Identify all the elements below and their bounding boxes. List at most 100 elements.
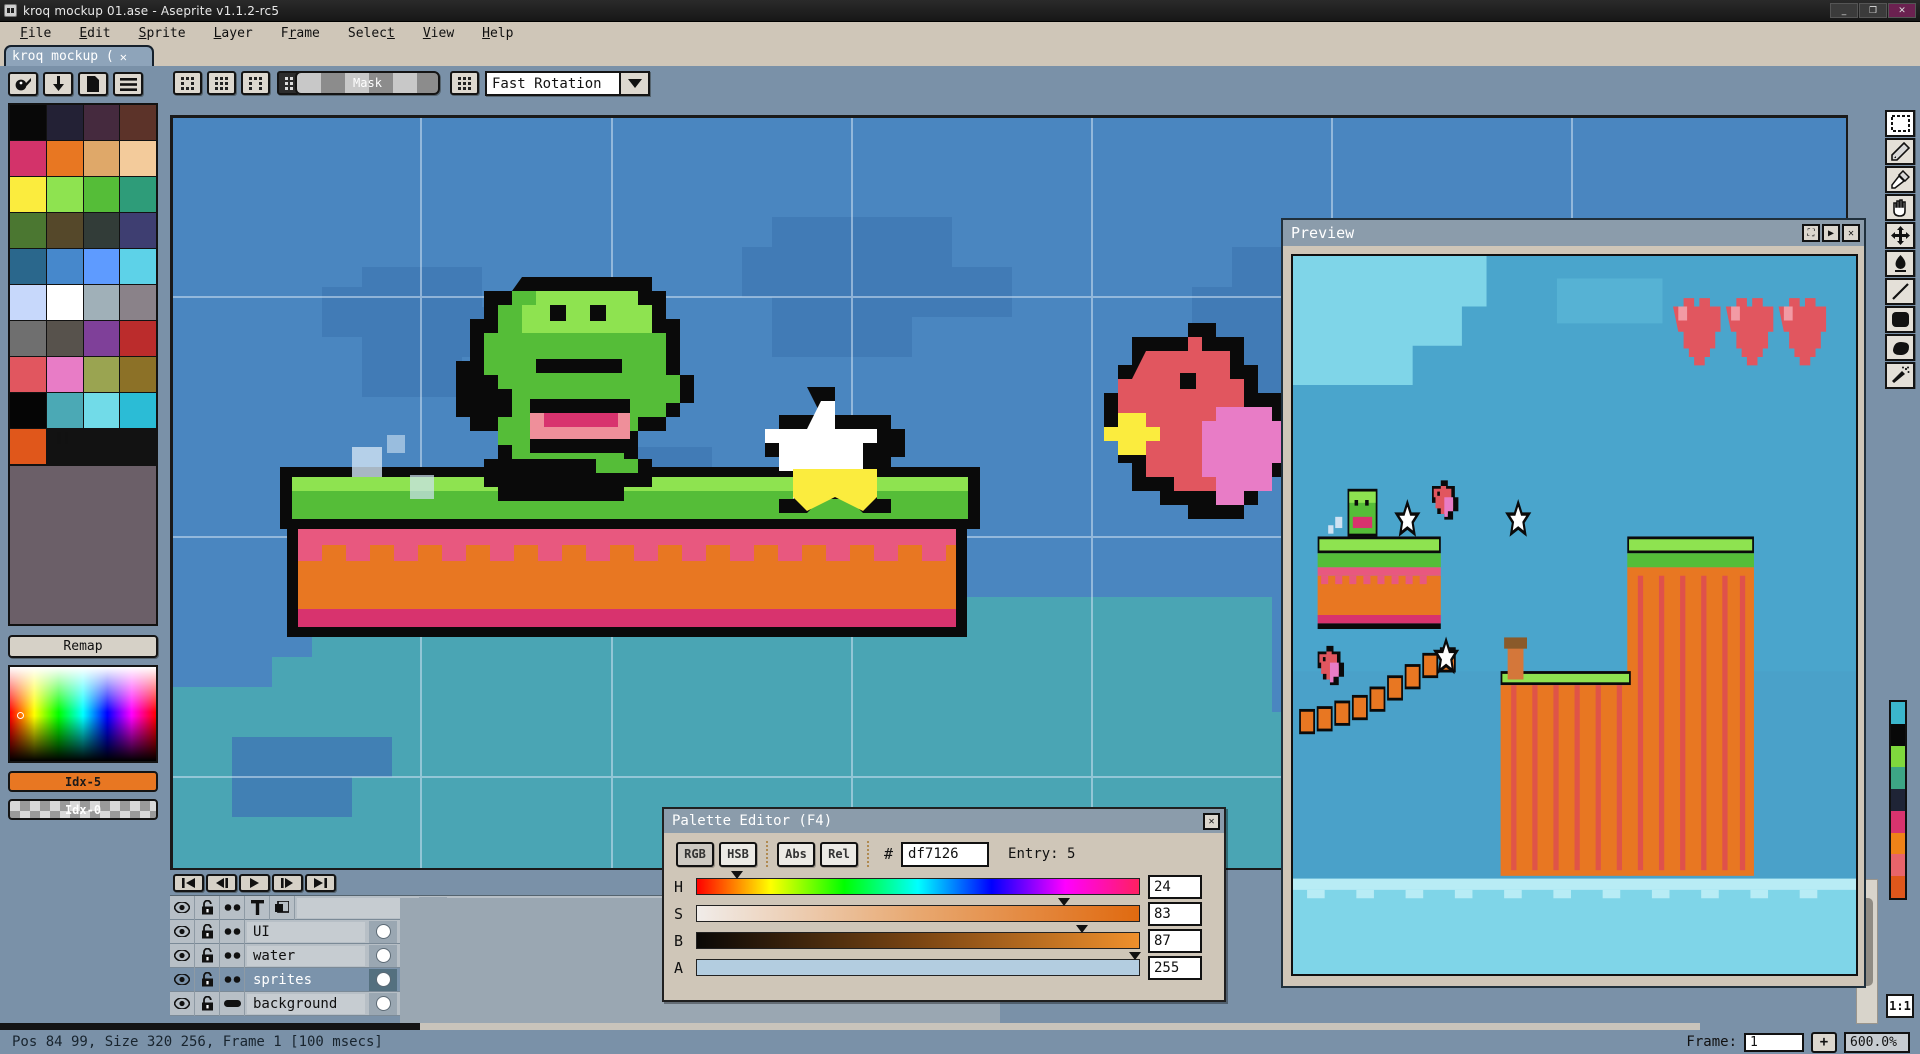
palette-swatch[interactable] xyxy=(120,105,156,140)
grid-settings-button[interactable] xyxy=(450,71,479,95)
move-icon[interactable] xyxy=(1885,222,1915,249)
zoom-level-input[interactable]: 600.0% xyxy=(1844,1031,1910,1053)
hex-color-input[interactable]: df7126 xyxy=(901,841,990,867)
palette-swatch[interactable] xyxy=(46,321,83,356)
palette-swatch[interactable] xyxy=(10,213,46,248)
contour-icon[interactable] xyxy=(1885,334,1915,361)
palette-swatch[interactable] xyxy=(83,357,120,392)
rotation-algorithm-select[interactable]: Fast Rotation xyxy=(485,71,650,96)
palette-swatch[interactable] xyxy=(10,249,46,284)
lock-icon[interactable] xyxy=(195,919,220,944)
eye-icon[interactable] xyxy=(170,943,195,968)
menu-file[interactable]: File xyxy=(6,24,65,43)
layer-cel[interactable] xyxy=(369,944,397,967)
hue-slider[interactable] xyxy=(696,871,1140,895)
lock-icon[interactable] xyxy=(195,991,220,1016)
menu-layer[interactable]: Layer xyxy=(200,24,267,43)
color-picker-area[interactable] xyxy=(8,665,158,763)
text-tool-icon[interactable] xyxy=(245,895,270,920)
palette-swatch[interactable] xyxy=(46,177,83,212)
hand-icon[interactable] xyxy=(1885,194,1915,221)
palette-swatch[interactable] xyxy=(83,105,120,140)
palette-swatch[interactable] xyxy=(83,321,120,356)
page-icon[interactable] xyxy=(78,72,108,96)
color-strip-cell[interactable] xyxy=(1891,767,1905,790)
saturation-value-input[interactable]: 83 xyxy=(1148,901,1202,926)
continuous-icon[interactable] xyxy=(220,991,245,1016)
color-strip-cell[interactable] xyxy=(1891,702,1905,724)
palette-editor-titlebar[interactable]: Palette Editor (F4) ✕ xyxy=(664,809,1224,833)
pencil-icon[interactable] xyxy=(1885,138,1915,165)
palette-swatch[interactable] xyxy=(83,177,120,212)
hsb-mode-button[interactable]: HSB xyxy=(719,841,757,867)
palette-swatch[interactable] xyxy=(10,429,46,464)
color-strip-cell[interactable] xyxy=(1891,723,1905,746)
color-index-strip[interactable] xyxy=(1889,700,1907,900)
foreground-color-swatch[interactable]: Idx-5 xyxy=(8,771,158,792)
saturation-slider-knob[interactable] xyxy=(1057,898,1070,906)
onion-skin-center-button[interactable] xyxy=(207,71,236,95)
abs-mode-button[interactable]: Abs xyxy=(777,841,815,867)
frame-number-input[interactable]: 1 xyxy=(1744,1032,1804,1052)
color-strip-cell[interactable] xyxy=(1891,745,1905,768)
continuous-icon[interactable] xyxy=(220,943,245,968)
palette-swatch[interactable] xyxy=(10,321,46,356)
document-tab[interactable]: kroq mockup ( ✕ xyxy=(4,45,154,66)
eyedropper-icon[interactable] xyxy=(1885,166,1915,193)
palette-swatch[interactable] xyxy=(120,285,156,320)
eye-icon[interactable] xyxy=(170,991,195,1016)
hue-slider-knob[interactable] xyxy=(730,871,743,879)
onion-skin-bottom-button[interactable] xyxy=(241,71,270,95)
rel-mode-button[interactable]: Rel xyxy=(820,841,858,867)
brightness-slider[interactable] xyxy=(696,925,1140,949)
saturation-slider[interactable] xyxy=(696,898,1140,922)
preview-fullscreen-button[interactable]: ⛶ xyxy=(1802,224,1820,242)
palette-swatch[interactable] xyxy=(120,393,156,428)
palette-swatch[interactable] xyxy=(120,177,156,212)
paint-bucket-icon[interactable] xyxy=(1885,250,1915,277)
palette-swatch-grid[interactable] xyxy=(8,103,158,466)
palette-swatch[interactable] xyxy=(10,285,46,320)
color-strip-cell[interactable] xyxy=(1891,832,1905,855)
brightness-slider-knob[interactable] xyxy=(1075,925,1088,933)
spray-icon[interactable] xyxy=(1885,362,1915,389)
palette-swatch[interactable] xyxy=(83,141,120,176)
palette-swatch[interactable] xyxy=(10,177,46,212)
zoom-reset-button[interactable]: 1:1 xyxy=(1886,994,1914,1018)
palette-swatch[interactable] xyxy=(46,393,83,428)
lock-icon[interactable] xyxy=(195,967,220,992)
palette-swatch[interactable] xyxy=(46,141,83,176)
color-strip-cell[interactable] xyxy=(1891,854,1905,877)
go-last-frame-button[interactable] xyxy=(305,874,336,892)
play-button[interactable] xyxy=(239,874,270,892)
palette-swatch[interactable] xyxy=(120,249,156,284)
background-color-swatch[interactable]: Idx-0 xyxy=(8,799,158,820)
go-first-frame-button[interactable] xyxy=(173,874,204,892)
palette-swatch[interactable] xyxy=(83,249,120,284)
palette-swatch[interactable] xyxy=(83,393,120,428)
mask-opacity-slider[interactable]: Mask xyxy=(295,71,440,95)
eye-icon[interactable] xyxy=(170,919,195,944)
palette-swatch[interactable] xyxy=(46,285,83,320)
palette-swatch[interactable] xyxy=(10,141,46,176)
preview-close-button[interactable]: ✕ xyxy=(1842,224,1860,242)
hue-value-input[interactable]: 24 xyxy=(1148,874,1202,899)
palette-swatch[interactable] xyxy=(46,357,83,392)
alpha-value-input[interactable]: 255 xyxy=(1148,955,1202,980)
close-button[interactable]: ✕ xyxy=(1888,3,1916,18)
menu-sprite[interactable]: Sprite xyxy=(125,24,200,43)
close-icon[interactable]: ✕ xyxy=(120,50,127,64)
palette-swatch[interactable] xyxy=(120,141,156,176)
menu-view[interactable]: View xyxy=(409,24,468,43)
canvas-horizontal-scrollbar[interactable] xyxy=(0,1023,1700,1030)
color-strip-cell[interactable] xyxy=(1891,810,1905,833)
maximize-button[interactable]: ❐ xyxy=(1859,3,1887,18)
hamburger-icon[interactable] xyxy=(113,72,143,96)
alpha-slider-knob[interactable] xyxy=(1128,952,1141,960)
lock-icon[interactable] xyxy=(195,943,220,968)
menu-frame[interactable]: Frame xyxy=(267,24,334,43)
layer-cel[interactable] xyxy=(369,992,397,1015)
new-layer-icon[interactable] xyxy=(270,895,295,920)
eye-icon[interactable] xyxy=(170,967,195,992)
palette-swatch[interactable] xyxy=(83,213,120,248)
